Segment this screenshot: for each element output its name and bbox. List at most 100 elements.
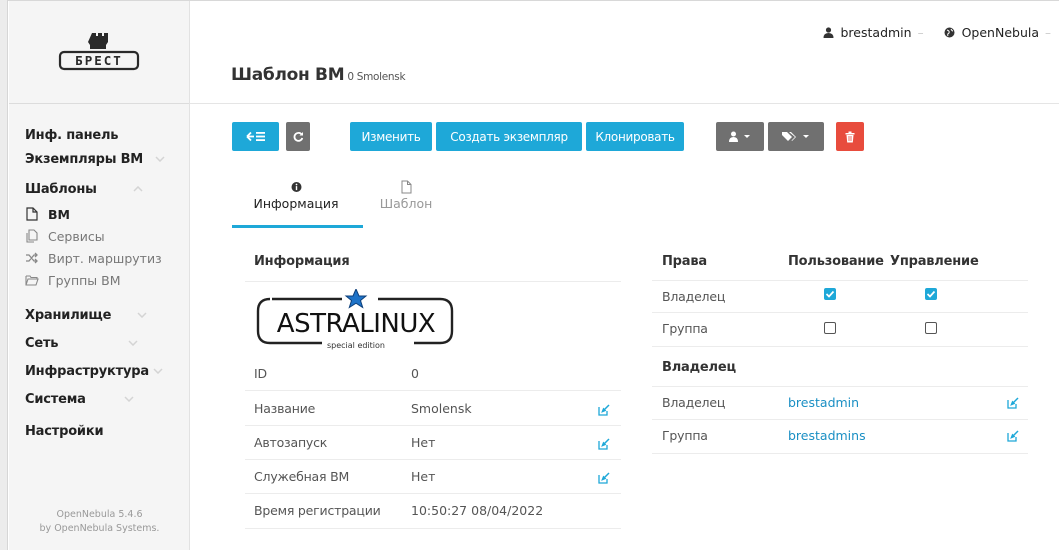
tab-info[interactable]: Информация <box>248 180 344 226</box>
divider <box>652 280 1028 281</box>
divider <box>652 312 1028 313</box>
group-link[interactable]: brestadmins <box>788 428 866 443</box>
tab-template[interactable]: Шаблон <box>376 180 436 226</box>
nav-label: Настройки <box>25 423 104 439</box>
divider <box>245 390 621 391</box>
sidebar-item-vrouters[interactable]: Вирт. маршрутиз <box>9 247 189 269</box>
sub-label: Вирт. маршрутиз <box>48 250 162 266</box>
sidebar-item-vm-templates[interactable]: ВМ <box>9 203 189 225</box>
version-footer: OpenNebula 5.4.6 by OpenNebula Systems. <box>9 508 190 536</box>
main-nav: Инф. панель Экземпляры ВМ Шаблоны ВМ Сер… <box>9 104 189 443</box>
clone-button[interactable]: Клонировать <box>586 122 684 151</box>
zone-menu[interactable]: OpenNebula – <box>944 25 1051 40</box>
perm-owner-manage-checkbox[interactable] <box>925 288 937 300</box>
file-icon <box>25 207 39 221</box>
info-value-name: Smolensk <box>411 401 472 416</box>
change-owner-button[interactable] <box>716 122 764 151</box>
sidebar-item-vm-groups[interactable]: Группы ВМ <box>9 269 189 291</box>
divider <box>245 493 621 494</box>
divider <box>245 459 621 460</box>
chevron-up-icon <box>133 186 143 192</box>
edit-icon[interactable] <box>598 472 610 484</box>
shuffle-icon <box>25 251 39 265</box>
refresh-button[interactable] <box>286 122 310 151</box>
nav-label: Хранилище <box>25 307 112 323</box>
perm-label-group: Группа <box>662 321 708 336</box>
tab-label: Шаблон <box>379 196 433 211</box>
file-icon <box>401 180 411 194</box>
info-label-name: Название <box>254 401 316 416</box>
group-label: Группа <box>662 428 708 443</box>
dropdown-indicator: – <box>917 25 924 40</box>
chevron-down-icon <box>137 312 147 318</box>
vendor-link[interactable]: by OpenNebula Systems. <box>9 522 190 536</box>
nav-label: Система <box>25 391 86 407</box>
brest-logo[interactable]: БРЕСТ <box>57 31 141 73</box>
edit-icon[interactable] <box>1007 430 1019 442</box>
user-icon <box>823 27 833 38</box>
folder-icon <box>25 273 39 287</box>
nav-settings[interactable]: Настройки <box>9 419 189 443</box>
logo-area: БРЕСТ <box>9 1 189 104</box>
edit-icon[interactable] <box>1007 397 1019 409</box>
nav-vms[interactable]: Экземпляры ВМ <box>9 147 189 171</box>
info-section-title: Информация <box>254 254 350 269</box>
chevron-down-icon <box>124 396 134 402</box>
info-icon <box>291 182 301 192</box>
nav-network[interactable]: Сеть <box>9 331 189 355</box>
divider <box>652 419 1028 420</box>
owner-link[interactable]: brestadmin <box>788 395 859 410</box>
permissions-title: Права <box>662 254 707 269</box>
version-text: OpenNebula 5.4.6 <box>56 509 143 520</box>
chevron-down-icon <box>155 156 165 162</box>
window-left-border <box>0 0 8 550</box>
nav-templates[interactable]: Шаблоны <box>9 177 189 201</box>
sidebar-item-services[interactable]: Сервисы <box>9 225 189 247</box>
owner-label: Владелец <box>662 395 726 410</box>
back-button[interactable] <box>232 122 279 151</box>
perm-group-use-checkbox[interactable] <box>824 322 836 334</box>
nav-infrastructure[interactable]: Инфраструктура <box>9 359 189 383</box>
astralinux-logo: ASTRALINUX special edition <box>252 289 460 357</box>
back-list-icon <box>245 131 265 142</box>
top-bar: brestadmin – OpenNebula – <box>803 25 1051 40</box>
info-label-autostart: Автозапуск <box>254 435 328 450</box>
info-label-id: ID <box>254 366 267 381</box>
nav-dashboard[interactable]: Инф. панель <box>9 123 189 147</box>
divider <box>652 386 1028 387</box>
user-name: brestadmin <box>840 25 912 40</box>
zone-name: OpenNebula <box>961 25 1039 40</box>
nav-label: Экземпляры ВМ <box>25 151 144 167</box>
refresh-icon <box>293 131 303 142</box>
info-value-autostart: Нет <box>411 435 436 450</box>
edit-icon[interactable] <box>598 404 610 416</box>
ownership-title: Владелец <box>662 360 736 375</box>
delete-button[interactable] <box>836 122 864 151</box>
nav-label: Инфраструктура <box>25 363 149 379</box>
dropdown-indicator: – <box>1045 25 1051 40</box>
page-title: Шаблон ВМ 0 Smolensk <box>231 65 406 85</box>
nav-label: Сеть <box>25 335 59 351</box>
sub-label: Группы ВМ <box>48 272 121 288</box>
files-icon <box>25 229 39 243</box>
nav-system[interactable]: Система <box>9 387 189 411</box>
logo-wordmark: ASTRALINUX <box>276 309 436 339</box>
info-value-id: 0 <box>411 366 419 381</box>
logo-text: БРЕСТ <box>75 53 123 68</box>
edit-icon[interactable] <box>598 438 610 450</box>
sidebar: БРЕСТ Инф. панель Экземпляры ВМ Шаблоны … <box>9 1 190 550</box>
perm-owner-use-checkbox[interactable] <box>824 288 836 300</box>
edit-button[interactable]: Изменить <box>350 122 432 151</box>
instantiate-button[interactable]: Создать экземпляр <box>436 122 582 151</box>
perm-label-owner: Владелец <box>662 289 726 304</box>
info-label-service-vm: Служебная ВМ <box>254 469 350 484</box>
sub-label: Сервисы <box>48 228 105 244</box>
user-menu[interactable]: brestadmin – <box>823 25 924 40</box>
perm-group-manage-checkbox[interactable] <box>925 322 937 334</box>
labels-button[interactable] <box>768 122 824 151</box>
tab-label: Информация <box>253 196 339 211</box>
trash-icon <box>845 131 855 142</box>
info-label-registration: Время регистрации <box>254 503 381 518</box>
nav-storage[interactable]: Хранилище <box>9 303 189 327</box>
permissions-col-manage: Управление <box>890 254 979 269</box>
